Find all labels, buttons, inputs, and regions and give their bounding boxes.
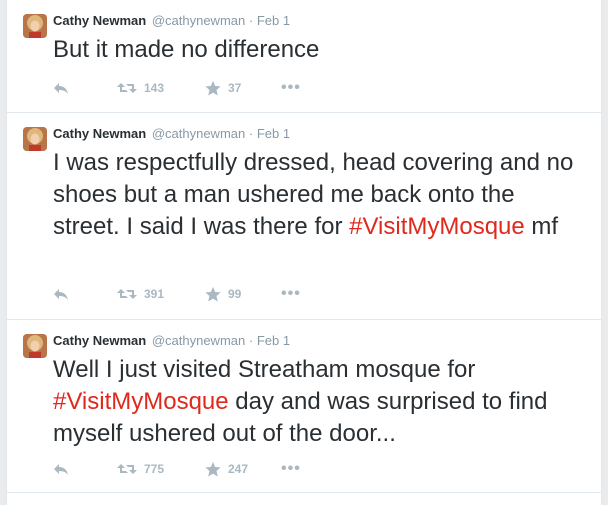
tweet[interactable]: Cathy Newman @cathynewman · Feb 1 Well I…: [7, 320, 601, 493]
star-icon: [205, 80, 221, 95]
tweet-header: Cathy Newman @cathynewman · Feb 1: [53, 13, 290, 29]
retweet-icon: [117, 464, 137, 474]
separator: ·: [248, 13, 254, 28]
favorite-count: 247: [228, 462, 249, 476]
timestamp[interactable]: Feb 1: [257, 126, 290, 141]
retweet-count: 143: [144, 81, 165, 95]
timestamp[interactable]: Feb 1: [257, 333, 290, 348]
separator: ·: [248, 333, 254, 348]
reply-button[interactable]: [53, 287, 117, 301]
tweet-actions: 391 99 •••: [53, 285, 301, 303]
retweet-button[interactable]: 391: [117, 287, 205, 301]
retweet-icon: [117, 83, 137, 93]
tweet-text: I was respectfully dressed, head coverin…: [53, 147, 581, 243]
retweet-count: 775: [144, 462, 165, 476]
tweet-text: But it made no difference: [53, 34, 581, 66]
reply-button[interactable]: [53, 81, 117, 95]
tweet-actions: 143 37 •••: [53, 79, 301, 97]
author-name[interactable]: Cathy Newman: [53, 126, 146, 141]
star-icon: [205, 286, 221, 301]
tweet-text-tail: mf: [524, 213, 559, 240]
avatar[interactable]: [23, 14, 47, 38]
timeline: Cathy Newman @cathynewman · Feb 1 But it…: [6, 0, 602, 505]
avatar-image: [23, 127, 47, 151]
tweet-actions: 775 247 •••: [53, 460, 301, 478]
more-options-icon[interactable]: •••: [281, 80, 301, 96]
separator: ·: [248, 126, 254, 141]
tweet-text-body: But it made no difference: [53, 36, 320, 63]
tweet[interactable]: Cathy Newman @cathynewman · Feb 1 I was …: [7, 113, 601, 320]
reply-icon: [54, 83, 68, 94]
reply-icon: [54, 289, 68, 300]
favorite-count: 37: [228, 81, 242, 95]
tweet-header: Cathy Newman @cathynewman · Feb 1: [53, 126, 290, 142]
favorite-button[interactable]: 37: [205, 80, 281, 96]
favorite-button[interactable]: 99: [205, 286, 281, 302]
author-handle[interactable]: @cathynewman: [152, 333, 245, 348]
avatar-image: [23, 334, 47, 358]
tweet-text: Well I just visited Streatham mosque for…: [53, 354, 581, 450]
more-options-icon[interactable]: •••: [281, 286, 301, 302]
retweet-button[interactable]: 143: [117, 81, 205, 95]
favorite-count: 99: [228, 287, 242, 301]
retweet-count: 391: [144, 287, 165, 301]
favorite-button[interactable]: 247: [205, 461, 281, 477]
reply-icon: [54, 464, 68, 475]
author-name[interactable]: Cathy Newman: [53, 13, 146, 28]
tweet[interactable]: Cathy Newman @cathynewman · Feb 1 But it…: [7, 0, 601, 113]
hashtag-link[interactable]: #VisitMyMosque: [349, 213, 525, 240]
author-handle[interactable]: @cathynewman: [152, 126, 245, 141]
avatar-image: [23, 14, 47, 38]
timestamp[interactable]: Feb 1: [257, 13, 290, 28]
tweet-header: Cathy Newman @cathynewman · Feb 1: [53, 333, 290, 349]
author-name[interactable]: Cathy Newman: [53, 333, 146, 348]
avatar[interactable]: [23, 127, 47, 151]
avatar[interactable]: [23, 334, 47, 358]
more-options-icon[interactable]: •••: [281, 461, 301, 477]
reply-button[interactable]: [53, 462, 117, 476]
retweet-icon: [117, 289, 137, 299]
author-handle[interactable]: @cathynewman: [152, 13, 245, 28]
tweet-text-body: Well I just visited Streatham mosque for: [53, 356, 476, 383]
hashtag-link[interactable]: #VisitMyMosque: [53, 388, 229, 415]
retweet-button[interactable]: 775: [117, 462, 205, 476]
star-icon: [205, 461, 221, 476]
